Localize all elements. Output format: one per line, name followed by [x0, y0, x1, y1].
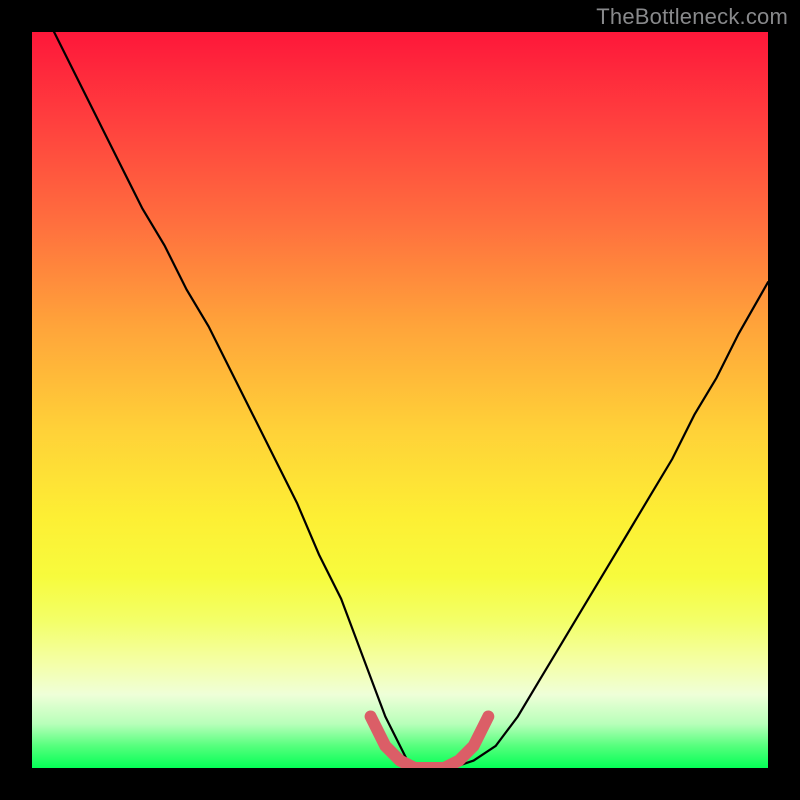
- bottleneck-curve: [32, 32, 768, 768]
- watermark-text: TheBottleneck.com: [596, 4, 788, 30]
- plot-area: [32, 32, 768, 768]
- chart-frame: TheBottleneck.com: [0, 0, 800, 800]
